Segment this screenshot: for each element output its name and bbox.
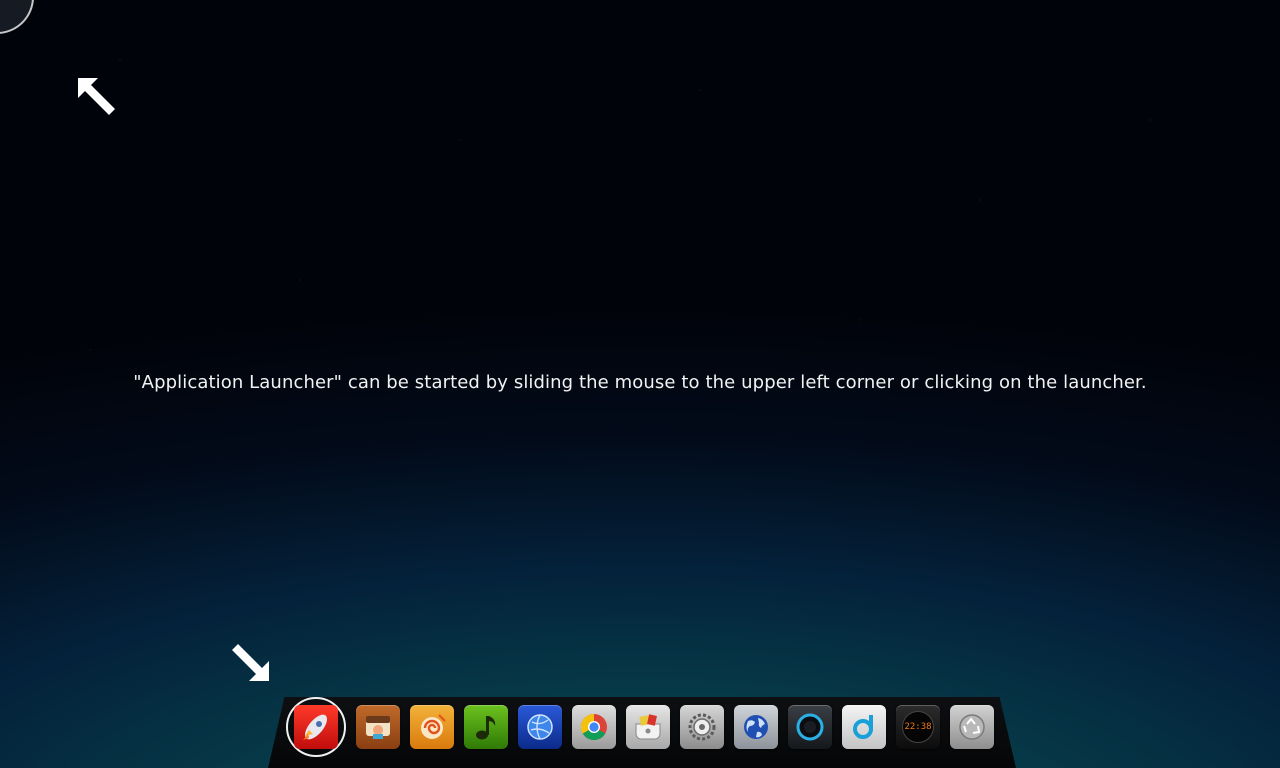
dock-item-browser[interactable] — [518, 705, 562, 749]
media-player-icon — [796, 713, 824, 741]
globe-browser-icon — [527, 714, 553, 740]
dock-item-network[interactable] — [734, 705, 778, 749]
trash-icon — [959, 714, 985, 740]
dock-item-trash[interactable] — [950, 705, 994, 749]
arrow-down-right-icon — [232, 644, 269, 681]
dock-item-music-player[interactable] — [464, 705, 508, 749]
music-note-icon — [476, 716, 496, 740]
software-center-icon — [421, 714, 446, 739]
dock-item-installer[interactable] — [626, 705, 670, 749]
file-manager-icon — [366, 716, 390, 739]
dock-item-file-manager[interactable] — [356, 705, 400, 749]
clock-icon: 22:38 — [902, 711, 934, 743]
hot-corner-indicator[interactable] — [0, 0, 34, 34]
rocket-icon — [294, 705, 338, 749]
dock: 22:38 — [286, 697, 994, 757]
settings-gear-icon — [688, 713, 716, 741]
dock-item-music[interactable] — [842, 705, 886, 749]
arrow-up-left-icon — [78, 78, 115, 115]
clock-time: 22:38 — [904, 722, 932, 732]
chrome-icon — [580, 713, 607, 741]
dock-item-settings[interactable] — [680, 705, 724, 749]
dock-item-launcher[interactable] — [286, 697, 346, 757]
package-icon — [635, 714, 661, 740]
dock-item-media-player[interactable] — [788, 705, 832, 749]
dock-item-chrome[interactable] — [572, 705, 616, 749]
deepin-music-icon — [853, 715, 873, 739]
launcher-hint-text: "Application Launcher" can be started by… — [133, 372, 1147, 393]
dock-item-software-center[interactable] — [410, 705, 454, 749]
dock-item-clock[interactable]: 22:38 — [896, 705, 940, 749]
earth-icon — [744, 715, 768, 739]
